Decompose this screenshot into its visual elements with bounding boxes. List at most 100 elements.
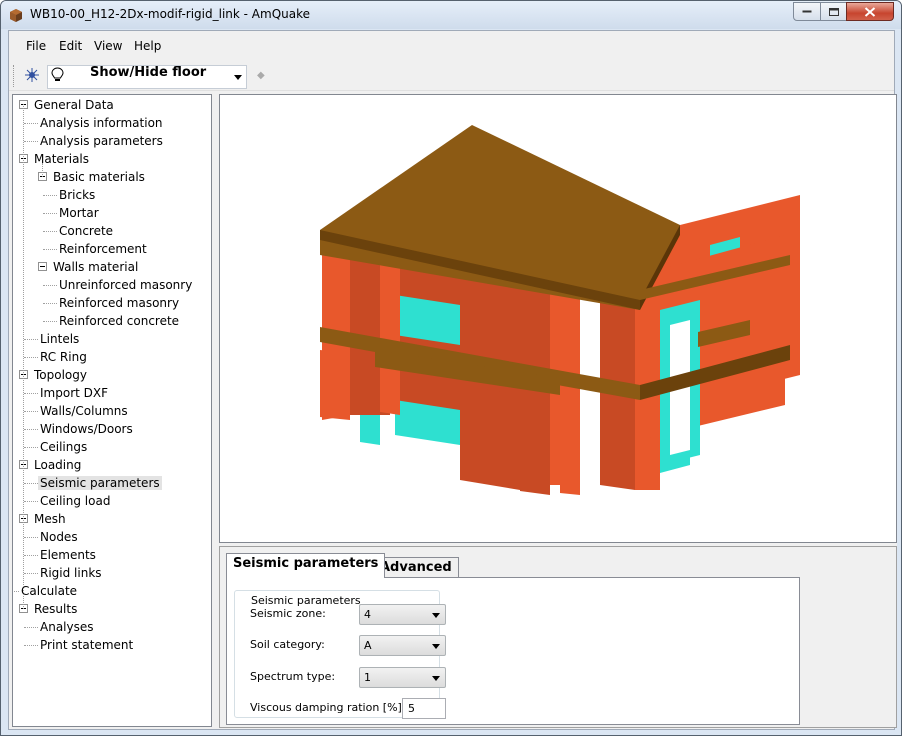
tree-item[interactable]: Basic materials [51,168,147,186]
tree-item[interactable]: Rigid links [38,564,104,582]
tree-connector [43,285,57,286]
tree-item[interactable]: Lintels [38,330,81,348]
tree-item-label: Reinforced masonry [59,296,180,310]
properties-panel: Seismic parameters Advanced Seismic para… [219,546,897,728]
tree-item[interactable]: Analyses [38,618,96,636]
menu-view[interactable]: View [94,39,122,53]
damping-input[interactable]: 5 [402,698,446,719]
spectrum-type-label: Spectrum type: [250,670,336,683]
tree-item-label: Materials [34,152,90,166]
app-icon [10,9,22,22]
tree-item-label: Seismic parameters [38,476,162,490]
tree-item[interactable]: Analysis parameters [38,132,165,150]
diamond-icon: ◆ [257,70,265,81]
tree-item-label: Mortar [59,206,99,220]
collapse-icon[interactable] [38,262,47,271]
tree-connector [43,249,57,250]
tree-item[interactable]: Concrete [57,222,115,240]
tree-item[interactable]: Results [32,600,79,618]
group-title: Seismic parameters [248,594,364,607]
tree-item[interactable]: Import DXF [38,384,110,402]
tree-item-label: Print statement [40,638,134,652]
tree-item[interactable]: Nodes [38,528,80,546]
window-title: WB10-00_H12-2Dx-modif-rigid_link - AmQua… [30,7,311,21]
minimize-button[interactable] [793,2,821,21]
spectrum-type-select[interactable]: 1 [359,667,446,688]
tree-item[interactable]: Walls/Columns [38,402,130,420]
tree-connector [24,483,38,484]
tree-connector [43,195,57,196]
tree-item-label: Elements [40,548,96,562]
soil-category-select[interactable]: A [359,635,446,656]
tree-connector [43,231,57,232]
seismic-parameters-group: Seismic parameters Seismic zone: 4 Soil … [234,590,446,719]
tab-advanced[interactable]: Advanced [373,557,459,579]
tree-connector [13,591,19,592]
tree-item-label: Loading [34,458,82,472]
tree-item[interactable]: Reinforcement [57,240,149,258]
tree-item-label: General Data [34,98,114,112]
tree-item-label: Ceilings [40,440,88,454]
tree-item[interactable]: Elements [38,546,98,564]
tree-connector [24,411,38,412]
tab-seismic-parameters[interactable]: Seismic parameters [226,553,386,578]
tree-connector [24,429,38,430]
lightbulb-icon [51,67,64,81]
tree-connector [43,213,57,214]
tree-guide [42,163,43,177]
menu-file[interactable]: File [26,39,46,53]
tree-item[interactable]: Reinforced masonry [57,294,181,312]
tree-item-label: Analysis parameters [40,134,163,148]
tree-item-label: Walls material [53,260,139,274]
tree-item[interactable]: Ceiling load [38,492,112,510]
toolbar-grip[interactable] [13,65,16,87]
show-hide-floor-label: Show/Hide floor [90,65,207,80]
tree-connector [24,537,38,538]
spectrum-type-value: 1 [364,671,371,684]
tree-item[interactable]: Walls material [51,258,140,276]
tree-item[interactable]: Mesh [32,510,68,528]
tree-item[interactable]: RC Ring [38,348,89,366]
menu-help[interactable]: Help [134,39,161,53]
tree-connector [24,393,38,394]
tree-connector [24,123,38,124]
soil-category-value: A [364,639,372,652]
3d-viewport[interactable] [219,94,897,543]
tree-item[interactable]: Mortar [57,204,101,222]
tree-item-label: Analyses [40,620,94,634]
tree-item-label: RC Ring [40,350,87,364]
tree-item[interactable]: Bricks [57,186,97,204]
tree-item[interactable]: Windows/Doors [38,420,135,438]
tree-connector [24,339,38,340]
tree-item[interactable]: Ceilings [38,438,89,456]
tree-guide [23,104,24,609]
tree-item[interactable]: Print statement [38,636,135,654]
bug-icon[interactable] [25,68,39,82]
damping-value: 5 [408,702,415,715]
tree-connector [24,501,38,502]
tree-item[interactable]: Topology [32,366,89,384]
tree-item[interactable]: Unreinforced masonry [57,276,194,294]
maximize-button[interactable] [820,2,847,21]
title-bar[interactable]: WB10-00_H12-2Dx-modif-rigid_link - AmQua… [1,1,901,29]
project-tree[interactable]: General Data Analysis information Analysis… [12,94,212,727]
menu-edit[interactable]: Edit [59,39,82,53]
soil-category-label: Soil category: [250,638,325,651]
tree-item[interactable]: Reinforced concrete [57,312,181,330]
tree-connector [24,573,38,574]
tree-item[interactable]: General Data [32,96,116,114]
tree-item[interactable]: Materials [32,150,91,168]
tree-item[interactable]: Loading [32,456,83,474]
chevron-down-icon [432,613,440,618]
toolbar: Show/Hide floor ◆ [9,61,894,91]
tree-item[interactable]: Calculate [19,582,79,600]
close-button[interactable] [846,2,894,21]
tree-item-label: Results [34,602,78,616]
tree-item[interactable]: Seismic parameters [38,474,162,492]
seismic-zone-label: Seismic zone: [250,607,326,620]
seismic-zone-select[interactable]: 4 [359,604,446,625]
tree-item-label: Walls/Columns [40,404,128,418]
tree-connector [24,627,38,628]
tree-item-label: Concrete [59,224,114,238]
tree-item[interactable]: Analysis information [38,114,165,132]
